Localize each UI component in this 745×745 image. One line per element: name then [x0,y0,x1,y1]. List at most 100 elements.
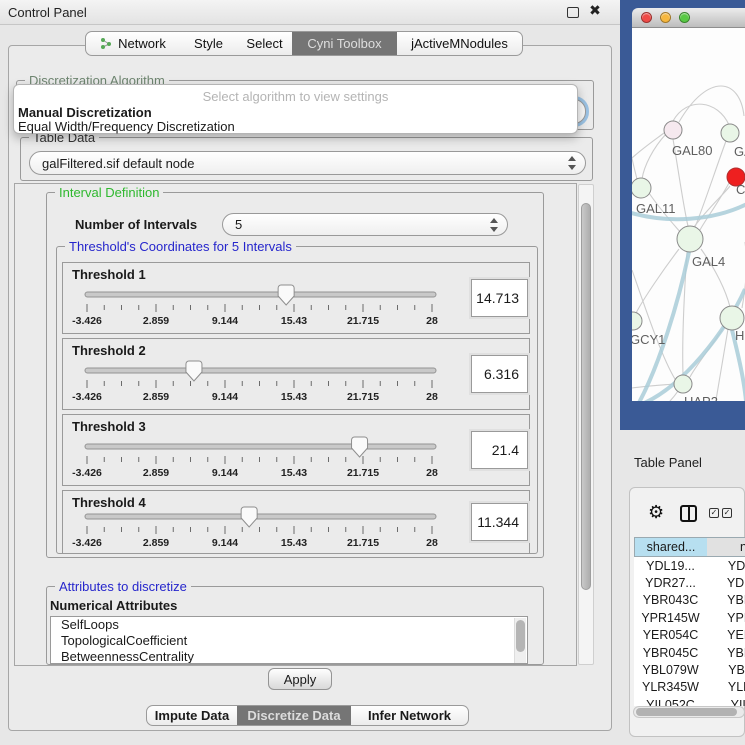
group-title: Threshold's Coordinates for 5 Intervals [65,239,296,254]
network-canvas[interactable]: GAL80GACGAL11GAL4GCY1HHAP2 [632,28,745,401]
node-label: GAL4 [692,254,725,269]
combo-value: galFiltered.sif default node [42,156,194,171]
svg-text:2.859: 2.859 [143,315,169,327]
network-node[interactable] [677,226,703,252]
table-row[interactable]: YDR27...YDR2 [634,574,745,591]
tab-jactivemnodules[interactable]: jActiveMNodules [397,31,523,56]
threshold-4-value-field[interactable]: 11.344 [471,503,528,541]
network-icon [100,37,113,50]
svg-text:9.144: 9.144 [212,315,238,327]
table-data-combobox[interactable]: galFiltered.sif default node [29,151,586,175]
algorithm-dropdown-popup: Select algorithm to view settings Manual… [13,84,578,134]
dropdown-placeholder: Select algorithm to view settings [14,89,577,104]
node-label: C [736,182,745,197]
svg-text:28: 28 [426,315,438,327]
tab-style[interactable]: Style [180,31,238,56]
svg-text:-3.426: -3.426 [72,467,102,479]
svg-text:-3.426: -3.426 [72,537,102,549]
node-label: GAL80 [672,143,712,158]
slider-thumb[interactable] [241,507,257,527]
svg-text:2.859: 2.859 [143,467,169,479]
svg-text:15.43: 15.43 [281,537,307,549]
node-label: GA [734,144,745,159]
network-window-titlebar[interactable] [632,8,745,28]
combo-stepper-icon [489,218,498,232]
float-window-icon[interactable] [567,7,579,18]
threshold-4-slider[interactable]: -3.4262.8599.14415.4321.71528 [77,505,469,553]
attribute-list-item[interactable]: BetweennessCentrality [51,649,527,664]
gear-icon[interactable]: ⚙ [648,502,664,523]
window-close-button[interactable] [641,12,652,23]
slider-thumb[interactable] [352,437,368,457]
numerical-attributes-list[interactable]: SelfLoopsTopologicalCoefficientBetweenne… [50,616,528,664]
column-header-name[interactable]: n [707,537,745,557]
tab-select[interactable]: Select [237,31,293,56]
threshold-2-value-field[interactable]: 6.316 [471,355,528,393]
threshold-2-row: Threshold 2 -3.4262.8599.14415.4321.7152… [62,338,530,410]
list-scrollbar-thumb[interactable] [516,620,525,652]
slider-thumb[interactable] [186,361,202,381]
tab-cyni-toolbox[interactable]: Cyni Toolbox [292,31,398,56]
control-panel-titlebar: Control Panel [0,0,620,25]
network-node[interactable] [721,124,739,142]
list-scrollbar[interactable] [514,618,526,664]
network-node[interactable] [674,375,692,393]
close-icon[interactable]: ✖ [587,3,603,21]
table-panel-title: Table Panel [634,455,702,470]
table-row[interactable]: YLR345WYLR3 [634,679,745,696]
vertical-scrollbar-thumb[interactable] [581,203,591,590]
svg-text:15.43: 15.43 [281,467,307,479]
slider-thumb[interactable] [278,285,294,305]
threshold-4-row: Threshold 4 -3.4262.8599.14415.4321.7152… [62,490,530,554]
tab-infer-network[interactable]: Infer Network [351,705,469,726]
group-title: Interval Definition [55,185,163,200]
checkbox-icon[interactable]: ✓ [722,508,732,518]
threshold-3-slider[interactable]: -3.4262.8599.14415.4321.71528 [77,435,469,483]
svg-text:15.43: 15.43 [281,391,307,403]
table-row[interactable]: YBR043CYBR0 [634,592,745,609]
number-of-intervals-combobox[interactable]: 5 [222,213,508,236]
table-data-group: Table Data galFiltered.sif default node [20,137,593,181]
threshold-2-slider[interactable]: -3.4262.8599.14415.4321.71528 [77,359,469,407]
numerical-attributes-label: Numerical Attributes [50,598,177,613]
svg-text:9.144: 9.144 [212,391,238,403]
table-row[interactable]: YIL052CYIL0 [634,696,745,706]
column-header-shared-name[interactable]: shared... [634,537,708,557]
network-node[interactable] [632,312,642,330]
tab-network[interactable]: Network [85,31,181,56]
split-columns-icon[interactable] [680,505,697,522]
tab-discretize-data[interactable]: Discretize Data [237,705,352,726]
threshold-1-value-field[interactable]: 14.713 [471,279,528,317]
network-node[interactable] [720,306,744,330]
svg-text:28: 28 [426,467,438,479]
svg-text:-3.426: -3.426 [72,391,102,403]
node-label: H [735,328,744,343]
table-row[interactable]: YBR045CYBR0 [634,644,745,661]
svg-text:21.715: 21.715 [347,467,379,479]
tab-impute-data[interactable]: Impute Data [146,705,238,726]
attribute-list-item[interactable]: TopologicalCoefficient [51,633,527,649]
svg-text:-3.426: -3.426 [72,315,102,327]
checkbox-icon[interactable]: ✓ [709,508,719,518]
threshold-1-slider[interactable]: -3.4262.8599.14415.4321.71528 [77,283,469,331]
network-node[interactable] [664,121,682,139]
dropdown-option-manual-discretization[interactable]: Manual Discretization [17,105,574,120]
network-node[interactable] [632,178,651,198]
window-zoom-button[interactable] [679,12,690,23]
table-row[interactable]: YPR145WYPR1 [634,609,745,626]
table-rows[interactable]: YDL19...YDL1YDR27...YDR2YBR043CYBR0YPR14… [634,557,745,706]
horizontal-scrollbar-thumb[interactable] [636,708,737,716]
dropdown-option-equal-width-frequency[interactable]: Equal Width/Frequency Discretization [17,119,574,134]
threshold-3-value-field[interactable]: 21.4 [471,431,528,469]
svg-text:2.859: 2.859 [143,537,169,549]
attribute-list-item[interactable]: SelfLoops [51,617,527,633]
svg-text:28: 28 [426,537,438,549]
combo-stepper-icon [567,156,576,170]
table-row[interactable]: YDL19...YDL1 [634,557,745,574]
svg-text:9.144: 9.144 [212,537,238,549]
table-row[interactable]: YBL079WYBL0 [634,661,745,678]
window-minimize-button[interactable] [660,12,671,23]
svg-text:21.715: 21.715 [347,315,379,327]
table-row[interactable]: YER054CYER0 [634,627,745,644]
apply-button[interactable]: Apply [268,668,332,690]
